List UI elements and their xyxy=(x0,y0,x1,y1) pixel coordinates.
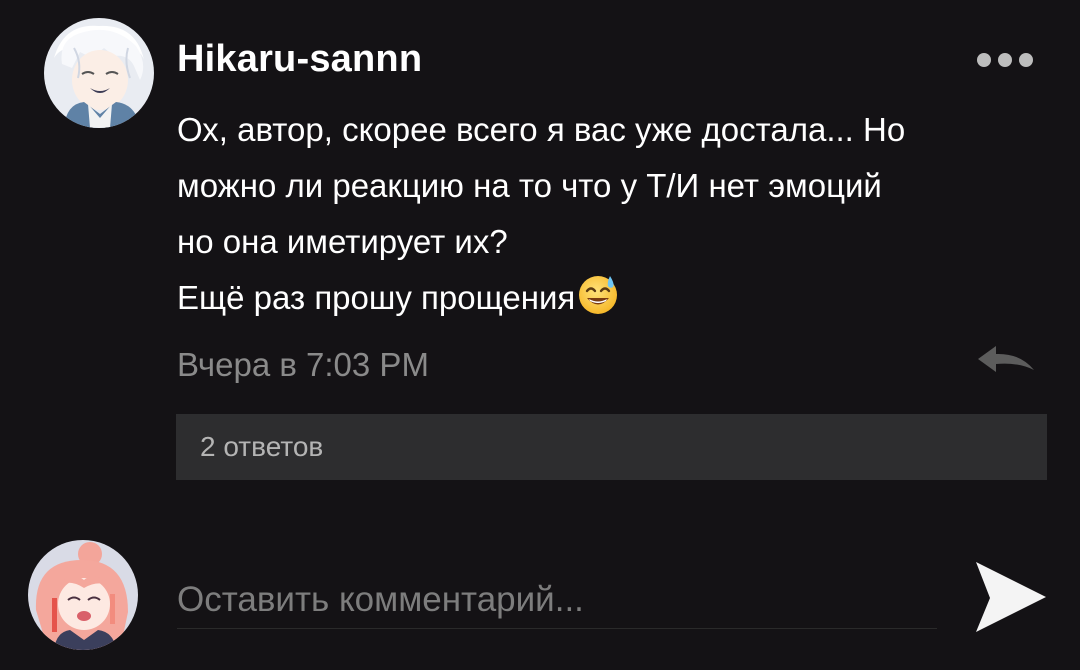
comment-line: Ещё раз прошу прощения xyxy=(177,279,576,316)
author-avatar-image xyxy=(44,18,154,128)
comment-text: Ох, автор, скорее всего я вас уже достал… xyxy=(177,102,1057,326)
more-dots-icon xyxy=(998,53,1012,67)
reply-arrow-icon xyxy=(978,346,1034,372)
reply-button[interactable] xyxy=(974,340,1038,380)
current-user-avatar-image xyxy=(28,540,138,650)
more-dots-icon xyxy=(977,53,991,67)
comment-line: можно ли реакцию на то что у Т/И нет эмо… xyxy=(177,167,882,204)
more-options-button[interactable] xyxy=(970,46,1040,74)
replies-count-label: 2 ответов xyxy=(200,431,324,462)
comment-input[interactable] xyxy=(177,572,937,629)
author-avatar[interactable] xyxy=(44,18,154,128)
comment-author-name[interactable]: Hikaru-sannn xyxy=(177,38,422,81)
more-dots-icon xyxy=(1019,53,1033,67)
smiling-face-with-sweat-icon xyxy=(579,276,618,314)
send-icon xyxy=(976,562,1046,632)
comment-line: Ох, автор, скорее всего я вас уже достал… xyxy=(177,111,906,148)
comment-last-line: Ещё раз прошу прощения xyxy=(177,270,1057,326)
send-button[interactable] xyxy=(970,558,1050,636)
view-replies-button[interactable]: 2 ответов xyxy=(176,414,1047,480)
current-user-avatar[interactable] xyxy=(28,540,138,650)
comment-line: но она иметирует их? xyxy=(177,223,508,260)
comment-timestamp: Вчера в 7:03 PM xyxy=(177,346,429,383)
